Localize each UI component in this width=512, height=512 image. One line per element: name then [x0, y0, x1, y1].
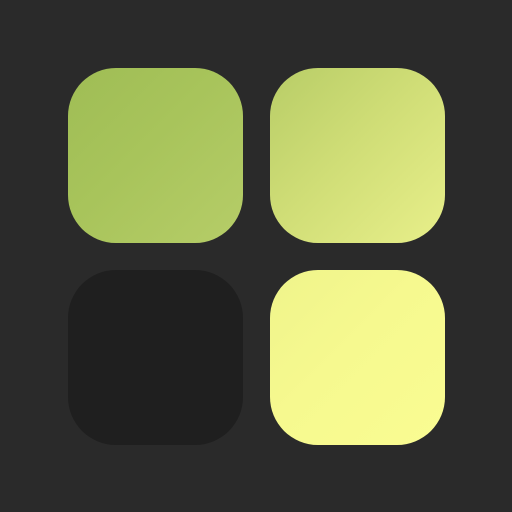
top-left-tile — [68, 68, 243, 243]
bottom-right-tile — [270, 270, 445, 445]
bottom-left-tile — [68, 270, 243, 445]
top-right-tile — [270, 68, 445, 243]
four-square-grid-icon — [0, 0, 512, 512]
